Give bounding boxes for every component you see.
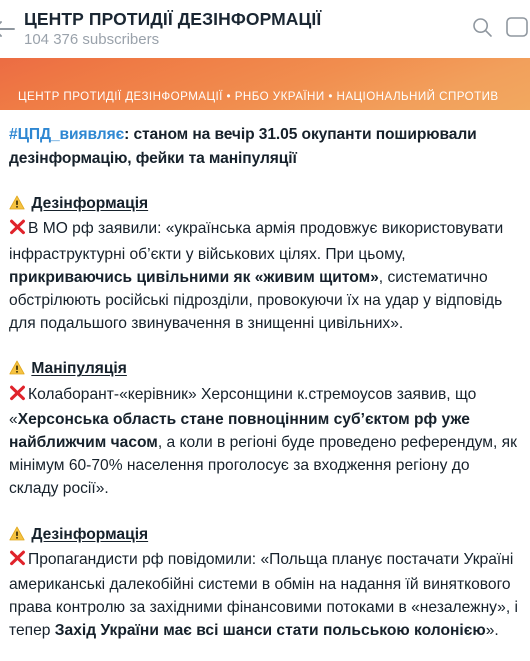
channel-banner: ЦЕНТР ПРОТИДІЇ ДЕЗІНФОРМАЦІЇ • РНБО УКРА… [0,58,530,110]
block-heading: Маніпуляція [9,357,520,382]
warning-icon [9,194,25,217]
block-lead: В МО рф заявили: «українська армія продо… [9,220,504,263]
cross-mark-icon [9,385,26,408]
cross-mark-icon [9,550,26,573]
disinfo-block-2: Дезінформація Пропагандисти рф повідомил… [9,523,520,643]
banner-caption: ЦЕНТР ПРОТИДІЇ ДЕЗІНФОРМАЦІЇ • РНБО УКРА… [18,90,499,103]
back-button[interactable] [0,0,22,58]
message-body: #ЦПД_виявляє: станом на вечір 31.05 окуп… [0,110,530,643]
back-arrow-icon [0,18,18,40]
disinfo-block: Дезінформація В МО рф заявили: «українсь… [9,192,520,335]
warning-icon [9,359,25,382]
block-text: Колаборант-«керівник» Херсонщини к.стрем… [9,383,520,501]
block-text: В МО рф заявили: «українська армія продо… [9,217,520,335]
manipulation-block: Маніпуляція Колаборант-«керівник» Херсон… [9,357,520,500]
header-actions [460,0,530,58]
warning-icon [9,525,25,548]
more-options-button[interactable] [504,0,530,58]
block-label: Дезінформація [31,195,149,213]
block-label: Дезінформація [31,525,149,543]
channel-header: ЦЕНТР ПРОТИДІЇ ДЕЗІНФОРМАЦІЇ 104 376 sub… [0,0,530,58]
message-intro: #ЦПД_виявляє: станом на вечір 31.05 окуп… [9,123,520,170]
block-heading: Дезінформація [9,192,520,217]
block-bold: прикриваючись цивільними як «живим щитом… [9,268,379,286]
search-icon [471,16,493,43]
channel-name: ЦЕНТР ПРОТИДІЇ ДЕЗІНФОРМАЦІЇ [24,9,322,29]
more-options-icon [504,15,530,44]
search-button[interactable] [460,0,504,58]
cross-mark-icon [9,219,26,242]
block-label: Маніпуляція [31,360,127,378]
block-tail: ». [485,622,499,640]
channel-title-block[interactable]: ЦЕНТР ПРОТИДІЇ ДЕЗІНФОРМАЦІЇ 104 376 sub… [22,8,460,50]
block-bold: Захід України має всі шанси стати польсь… [54,622,486,640]
block-text: Пропагандисти рф повідомили: «Польща пла… [9,548,520,643]
block-heading: Дезінформація [9,523,520,548]
subscriber-count: 104 376 subscribers [24,31,160,48]
hashtag-link[interactable]: #ЦПД_виявляє [9,126,124,143]
